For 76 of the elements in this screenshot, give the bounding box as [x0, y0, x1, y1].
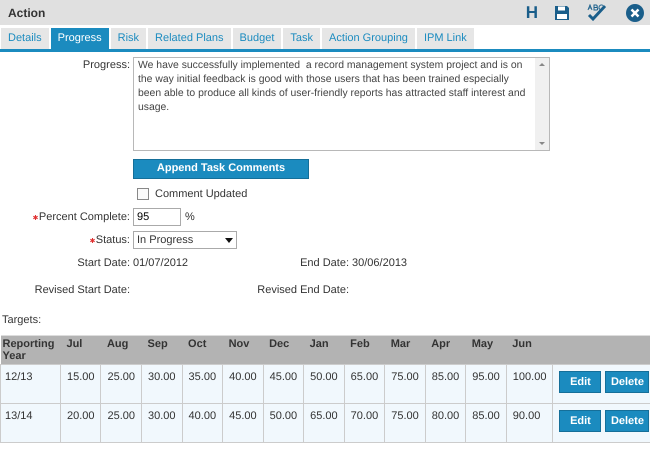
table-cell: 65.00 — [304, 403, 344, 442]
table-cell: 15.00 — [60, 364, 101, 403]
field-label: Revised Start Date: — [34, 284, 130, 296]
table-cell: 40.00 — [222, 364, 264, 403]
table-cell: 12/13 — [0, 364, 60, 403]
scroll-up-icon[interactable] — [539, 63, 545, 66]
column-header: May — [466, 335, 506, 364]
table-cell: 100.00 — [506, 364, 553, 403]
table-cell: 50.00 — [263, 403, 304, 442]
status-dropdown[interactable]: In Progress — [133, 231, 237, 249]
table-cell: 95.00 — [466, 364, 506, 403]
column-header: Reporting Year — [0, 335, 60, 364]
tab[interactable]: Budget — [232, 28, 282, 49]
tab[interactable]: Details — [1, 28, 49, 49]
column-header: Aug — [100, 335, 142, 364]
edit-button[interactable]: Edit — [559, 410, 602, 432]
table-cell: 20.00 — [60, 403, 101, 442]
percent-field[interactable]: 95 — [133, 208, 181, 226]
table-cell: 75.00 — [384, 364, 426, 403]
edit-button[interactable]: Edit — [559, 370, 602, 393]
field-label: End Date: — [300, 257, 349, 269]
date-value: 01/07/2012 — [133, 256, 190, 271]
table-cell: 25.00 — [100, 403, 142, 442]
field-label: Start Date: — [77, 257, 130, 269]
column-header: Oct — [182, 335, 223, 364]
table-cell: 85.00 — [425, 364, 466, 403]
table-cell: 45.00 — [263, 364, 304, 403]
window-title: Action — [8, 4, 46, 22]
field-label: Revised End Date: — [257, 284, 349, 296]
date-value: 30/06/2013 — [352, 256, 408, 271]
column-header: Dec — [263, 335, 304, 364]
column-header: Jul — [60, 335, 101, 364]
table-cell: 80.00 — [425, 403, 466, 442]
tab[interactable]: Task — [283, 28, 320, 49]
section-label: Targets: — [2, 313, 42, 328]
table-cell: 40.00 — [182, 403, 223, 442]
h-button[interactable]: H — [526, 4, 538, 21]
column-header: Jan — [304, 335, 344, 364]
save-icon[interactable] — [554, 4, 570, 20]
table-cell: 50.00 — [304, 364, 344, 403]
tab[interactable]: Related Plans — [148, 28, 231, 49]
table-cell: 30.00 — [142, 364, 182, 403]
column-header: Jun — [506, 335, 553, 364]
checkbox[interactable] — [137, 188, 149, 200]
table-cell: 30.00 — [142, 403, 182, 442]
scrollbar[interactable] — [535, 58, 549, 150]
table-cell: 13/14 — [0, 403, 60, 442]
caret-icon — [225, 238, 233, 242]
column-header: Feb — [344, 335, 385, 364]
tab[interactable]: Action Grouping — [322, 28, 415, 49]
table-cell: 85.00 — [466, 403, 506, 442]
append-comments-button[interactable]: Append Task Comments — [133, 158, 309, 178]
table-cell: 65.00 — [344, 364, 385, 403]
field-label: Progress: — [82, 59, 130, 71]
tab[interactable]: Progress — [50, 28, 109, 49]
table-cell: 75.00 — [384, 403, 426, 442]
column-header: Apr — [425, 335, 466, 364]
unit-label: % — [185, 210, 195, 225]
table-cell: 35.00 — [182, 364, 223, 403]
progress-textarea[interactable]: We have successfully implemented a record management system project and is on the way initial feedback is good with those users that has been trained especially been able to produce all kinds of user-friendly reports has attracted staff interest and usage. — [133, 57, 550, 151]
close-icon[interactable] — [626, 4, 644, 22]
tab[interactable]: IPM Link — [416, 28, 474, 49]
table-cell: 90.00 — [506, 403, 553, 442]
checkbox-label: Comment Updated — [155, 186, 248, 202]
column-header: Sep — [142, 335, 182, 364]
tab[interactable]: Risk — [110, 28, 146, 49]
column-header: Mar — [384, 335, 426, 364]
table-cell: 25.00 — [100, 364, 142, 403]
column-header: Nov — [222, 335, 264, 364]
field-label: Status: — [96, 234, 130, 246]
table-cell: 45.00 — [222, 403, 264, 442]
table-cell: 70.00 — [344, 403, 385, 442]
field-label: Percent Complete: — [38, 210, 130, 223]
scroll-down-icon[interactable] — [539, 142, 545, 145]
delete-button[interactable]: Delete — [605, 410, 650, 432]
delete-button[interactable]: Delete — [605, 370, 650, 393]
